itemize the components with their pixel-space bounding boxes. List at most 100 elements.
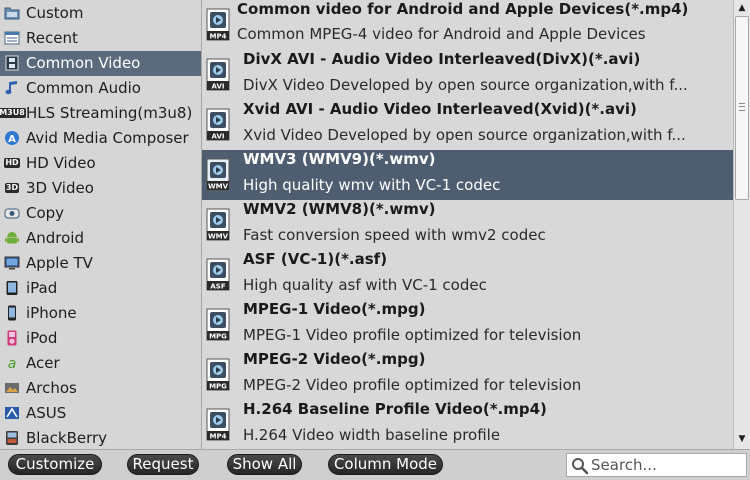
category-label: Android bbox=[26, 229, 84, 247]
category-label: Copy bbox=[26, 204, 65, 222]
format-description: H.264 Video width baseline profile bbox=[243, 426, 501, 444]
mpg-file-icon: MPG bbox=[205, 308, 233, 341]
format-description: Common MPEG-4 video for Android and Appl… bbox=[237, 25, 646, 43]
category-label: BlackBerry bbox=[26, 429, 108, 447]
category-label: Avid Media Composer bbox=[26, 129, 189, 147]
mp4-file-icon: MP4 bbox=[205, 8, 233, 41]
request-button[interactable]: Request bbox=[127, 454, 199, 475]
category-list[interactable]: Custom Recent Common Video Common Audio M3U8… bbox=[0, 0, 202, 449]
svg-text:AVI: AVI bbox=[212, 83, 225, 91]
format-item[interactable]: AVI Xvid AVI - Audio Video Interleaved(Xv… bbox=[202, 100, 733, 150]
format-title: MPEG-2 Video(*.mpg) bbox=[243, 350, 426, 368]
format-description: DivX Video Developed by open source orga… bbox=[243, 76, 688, 94]
scroll-up-button[interactable]: ▲ bbox=[734, 0, 750, 16]
format-description: MPEG-1 Video profile optimized for telev… bbox=[243, 326, 582, 344]
category-item-hd-video[interactable]: HD HD Video bbox=[0, 151, 201, 176]
search-input[interactable] bbox=[591, 455, 741, 475]
scroll-down-button[interactable]: ▼ bbox=[734, 431, 750, 447]
category-item-ipad[interactable]: iPad bbox=[0, 276, 201, 301]
category-item-apple-tv[interactable]: Apple TV bbox=[0, 251, 201, 276]
customize-button[interactable]: Customize bbox=[8, 454, 102, 475]
format-title: WMV2 (WMV8)(*.wmv) bbox=[243, 200, 436, 218]
svg-text:AVI: AVI bbox=[212, 133, 225, 141]
format-item[interactable]: MP4 H.264 Baseline Profile Video(*.mp4) H.… bbox=[202, 400, 733, 449]
category-item-common-audio[interactable]: Common Audio bbox=[0, 76, 201, 101]
format-item[interactable]: MPG MPEG-1 Video(*.mpg) MPEG-1 Video profi… bbox=[202, 300, 733, 350]
category-item-acer[interactable]: a Acer bbox=[0, 351, 201, 376]
ipad-icon bbox=[4, 280, 20, 296]
category-label: iPhone bbox=[26, 304, 77, 322]
format-title: ASF (VC-1)(*.asf) bbox=[243, 250, 388, 268]
svg-text:MP4: MP4 bbox=[210, 433, 227, 441]
svg-text:A: A bbox=[8, 134, 16, 145]
format-title: Xvid AVI - Audio Video Interleaved(Xvid)… bbox=[243, 100, 637, 118]
category-item-avid-media-composer[interactable]: A Avid Media Composer bbox=[0, 126, 201, 151]
format-title: H.264 Baseline Profile Video(*.mp4) bbox=[243, 400, 547, 418]
svg-text:MP4: MP4 bbox=[210, 33, 227, 41]
category-label: 3D Video bbox=[26, 179, 94, 197]
column-mode-button[interactable]: Column Mode bbox=[328, 454, 443, 475]
film-icon bbox=[4, 55, 20, 71]
format-description: Fast conversion speed with wmv2 codec bbox=[243, 226, 546, 244]
xvid-file-icon: AVI bbox=[205, 108, 233, 141]
format-item[interactable]: MP4 Common video for Android and Apple De… bbox=[202, 0, 733, 50]
format-description: High quality asf with VC-1 codec bbox=[243, 276, 487, 294]
category-item-iphone[interactable]: iPhone bbox=[0, 301, 201, 326]
category-item-copy[interactable]: Copy bbox=[0, 201, 201, 226]
category-item-blackberry[interactable]: BlackBerry bbox=[0, 426, 201, 449]
svg-text:MPG: MPG bbox=[209, 383, 227, 391]
category-item-asus[interactable]: ASUS bbox=[0, 401, 201, 426]
format-item[interactable]: WMV WMV3 (WMV9)(*.wmv) High quality wmv wi… bbox=[202, 150, 733, 200]
list-icon bbox=[4, 30, 20, 46]
search-box[interactable] bbox=[566, 453, 747, 477]
category-label: Acer bbox=[26, 354, 60, 372]
category-item-ipod[interactable]: iPod bbox=[0, 326, 201, 351]
category-label: Recent bbox=[26, 29, 78, 47]
arrow-up-icon: ▲ bbox=[738, 3, 746, 13]
category-label: HLS Streaming(m3u8) bbox=[26, 104, 193, 122]
3d-icon: 3D bbox=[4, 183, 20, 193]
format-title: WMV3 (WMV9)(*.wmv) bbox=[243, 150, 436, 168]
svg-text:WMV: WMV bbox=[208, 233, 229, 241]
hls-icon: M3U8 bbox=[0, 108, 26, 118]
wmv-file-icon: WMV bbox=[205, 208, 233, 241]
ipod-icon bbox=[4, 330, 20, 346]
acer-icon: a bbox=[4, 355, 20, 371]
format-item[interactable]: ASF ASF (VC-1)(*.asf) High quality asf wit… bbox=[202, 250, 733, 300]
category-item-custom[interactable]: Custom bbox=[0, 1, 201, 26]
arrow-down-icon: ▼ bbox=[738, 434, 746, 444]
category-label: Custom bbox=[26, 4, 84, 22]
blackberry-icon bbox=[4, 430, 20, 446]
scroll-thumb[interactable] bbox=[735, 16, 749, 200]
bottom-toolbar: Customize Request Show All Column Mode bbox=[0, 449, 750, 480]
folder-icon bbox=[4, 5, 20, 21]
search-icon bbox=[572, 458, 589, 475]
h264-file-icon: MP4 bbox=[205, 408, 233, 441]
category-label: iPad bbox=[26, 279, 58, 297]
category-item-common-video[interactable]: Common Video bbox=[0, 51, 201, 76]
format-list[interactable]: MP4 Common video for Android and Apple De… bbox=[202, 0, 733, 449]
format-description: MPEG-2 Video profile optimized for telev… bbox=[243, 376, 582, 394]
mpg-file-icon: MPG bbox=[205, 358, 233, 391]
format-item[interactable]: MPG MPEG-2 Video(*.mpg) MPEG-2 Video profi… bbox=[202, 350, 733, 400]
category-item-android[interactable]: Android bbox=[0, 226, 201, 251]
format-title: DivX AVI - Audio Video Interleaved(DivX)… bbox=[243, 50, 641, 68]
category-label: Archos bbox=[26, 379, 77, 397]
format-title: MPEG-1 Video(*.mpg) bbox=[243, 300, 426, 318]
category-item-3d-video[interactable]: 3D 3D Video bbox=[0, 176, 201, 201]
category-item-recent[interactable]: Recent bbox=[0, 26, 201, 51]
music-note-icon bbox=[4, 80, 20, 96]
format-list-scrollbar[interactable]: ▲ ▼ bbox=[733, 0, 750, 449]
format-description: High quality wmv with VC-1 codec bbox=[243, 176, 501, 194]
grip-icon bbox=[739, 103, 745, 111]
svg-text:a: a bbox=[8, 356, 17, 371]
format-item[interactable]: AVI DivX AVI - Audio Video Interleaved(Di… bbox=[202, 50, 733, 100]
iphone-icon bbox=[4, 305, 20, 321]
category-item-archos[interactable]: Archos bbox=[0, 376, 201, 401]
svg-text:WMV: WMV bbox=[208, 183, 229, 191]
copy-icon bbox=[4, 205, 20, 221]
hd-icon: HD bbox=[4, 158, 20, 168]
format-item[interactable]: WMV WMV2 (WMV8)(*.wmv) Fast conversion spe… bbox=[202, 200, 733, 250]
show-all-button[interactable]: Show All bbox=[227, 454, 302, 475]
category-item-hls-streaming-m3u8[interactable]: M3U8 HLS Streaming(m3u8) bbox=[0, 101, 201, 126]
